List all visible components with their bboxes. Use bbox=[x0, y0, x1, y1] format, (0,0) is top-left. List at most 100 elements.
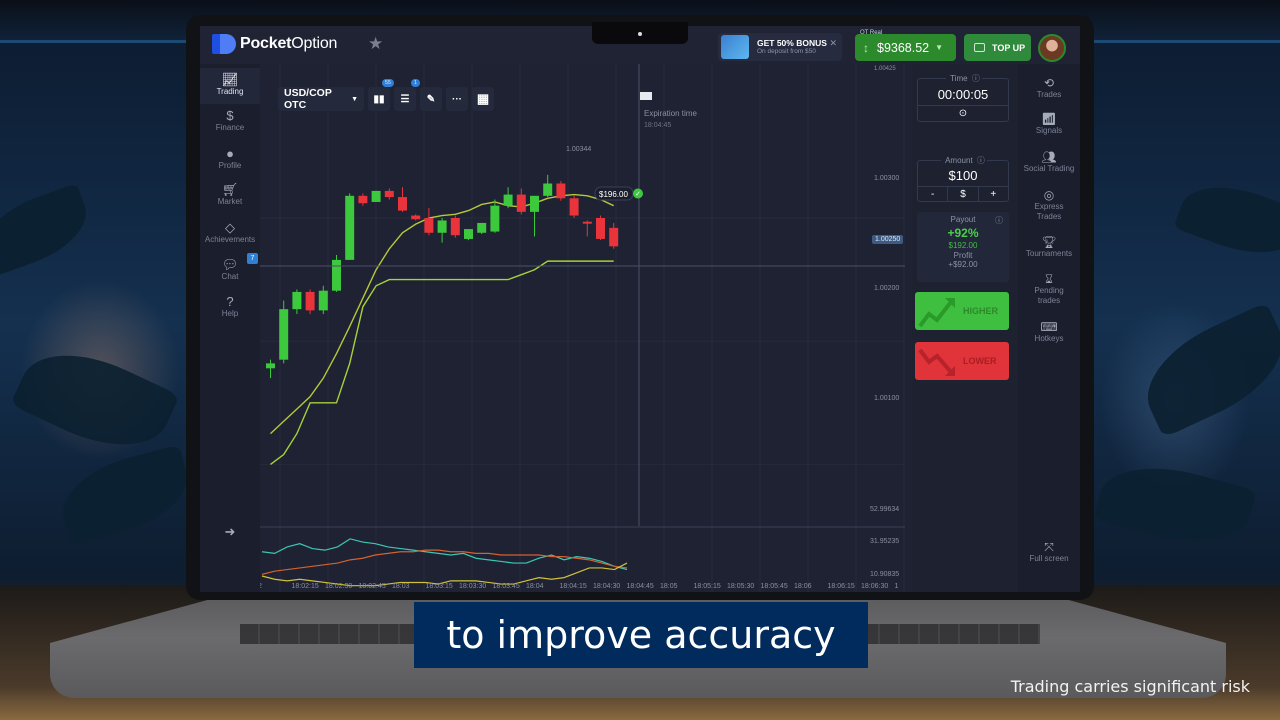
time-field[interactable]: Time ⓘ 00:00:05 ⊙ bbox=[917, 74, 1009, 122]
rightnav-item-pending-trades[interactable]: ⌛︎ Pending trades bbox=[1018, 272, 1080, 305]
trade-amount-tag: $196.00 ✓ bbox=[594, 186, 643, 201]
diamond-icon: ◇ bbox=[225, 220, 235, 235]
rightnav-item-express-trades[interactable]: ◎ Express Trades bbox=[1018, 188, 1080, 221]
sidebar-item-chat[interactable]: 💬︎ Chat 7 bbox=[200, 253, 260, 281]
chart-line-icon: 📈︎ bbox=[221, 72, 239, 87]
amount-decrease-button[interactable]: - bbox=[918, 187, 949, 202]
sidebar-item-finance[interactable]: $ Finance bbox=[200, 108, 260, 132]
brand-light: Option bbox=[291, 35, 338, 52]
time-tick: 18:05 bbox=[660, 583, 678, 590]
layout-button[interactable]: ▦ bbox=[472, 87, 494, 111]
antenna-icon: 📶︎ bbox=[1041, 112, 1057, 126]
more-button[interactable]: ··· bbox=[446, 87, 468, 111]
keyboard-icon: ⌨︎ bbox=[1040, 320, 1058, 334]
close-icon[interactable]: ✕ bbox=[829, 38, 837, 49]
price-tick: 1.00200 bbox=[874, 285, 900, 292]
price-tick: 1.00425 bbox=[874, 66, 896, 72]
currency-toggle-button[interactable]: $ bbox=[948, 187, 979, 202]
logo[interactable]: PocketOption bbox=[212, 34, 337, 54]
candle-body bbox=[516, 194, 526, 212]
info-icon[interactable]: ⓘ bbox=[995, 215, 1003, 226]
candle-body bbox=[569, 198, 579, 216]
candle-body bbox=[266, 363, 275, 369]
plant-leaf bbox=[1173, 171, 1280, 269]
bar-chart-icon: ▮▮ bbox=[373, 93, 385, 105]
subtitle-box: to improve accuracy bbox=[414, 602, 868, 668]
candle-body bbox=[398, 197, 407, 211]
sidebar-item-trading[interactable]: 📈︎ Trading bbox=[200, 68, 260, 104]
amount-value[interactable]: $100 bbox=[918, 168, 1008, 183]
candle-body bbox=[490, 205, 500, 232]
chevron-down-icon: ▼ bbox=[935, 43, 944, 52]
gift-box-icon bbox=[721, 35, 749, 59]
oscillator-tick: 31.95235 bbox=[870, 538, 900, 545]
rightnav-item-social-trading[interactable]: 👥︎ Social Trading bbox=[1018, 150, 1080, 174]
app-screen: PocketOption ★ GET 50% BONUS On deposit … bbox=[200, 26, 1080, 592]
asset-selector[interactable]: USD/COP OTC ▼ bbox=[278, 87, 364, 111]
sidebar-item-label: Help bbox=[221, 309, 239, 318]
time-label: Time ⓘ bbox=[946, 74, 982, 83]
sidebar-item-help[interactable]: ? Help bbox=[200, 294, 260, 318]
current-price-badge: 1.00250 bbox=[872, 235, 904, 244]
lower-button[interactable]: LOWER bbox=[915, 342, 1009, 380]
candle-body bbox=[345, 195, 355, 260]
higher-button[interactable]: HIGHER bbox=[915, 292, 1009, 330]
trade-panel: Time ⓘ 00:00:05 ⊙ Amount ⓘ $100 - $ + Pa… bbox=[912, 64, 1018, 592]
profit-amount: +$92.00 bbox=[948, 260, 978, 269]
cart-icon: 🛒︎ bbox=[221, 182, 239, 197]
brush-icon: ✎ bbox=[426, 93, 436, 105]
time-tick: 18:03:15 bbox=[426, 583, 453, 590]
time-tick: 18:06:15 bbox=[828, 583, 855, 590]
candle-body bbox=[305, 291, 315, 311]
trend-up-icon bbox=[918, 298, 955, 328]
drawing-button[interactable]: ✎ bbox=[420, 87, 442, 111]
balance-dropdown[interactable]: ↕ $9368.52 ▼ bbox=[855, 34, 956, 61]
trophy-icon: 🏆︎ bbox=[1041, 235, 1057, 249]
price-axis: 1.00425 1.00300 1.00250 1.00200 1.00100 … bbox=[860, 64, 910, 578]
avatar[interactable] bbox=[1038, 34, 1066, 62]
pocket-option-logo-icon bbox=[212, 34, 236, 54]
svg-text:✓: ✓ bbox=[635, 191, 641, 198]
amount-label: Amount ⓘ bbox=[941, 156, 987, 165]
price-chart[interactable]: Expiration time 18:04:45 1.00344 $196.00… bbox=[260, 64, 905, 592]
rightnav-item-tournaments[interactable]: 🏆︎ Tournaments bbox=[1018, 235, 1080, 259]
target-icon: ◎ bbox=[1043, 188, 1055, 202]
time-value[interactable]: 00:00:05 bbox=[918, 87, 1008, 102]
amount-field[interactable]: Amount ⓘ $100 - $ + bbox=[917, 156, 1009, 202]
rightnav-item-hotkeys[interactable]: ⌨︎ Hotkeys bbox=[1018, 320, 1080, 344]
sidebar-item-label: Market bbox=[217, 197, 243, 206]
top-up-button[interactable]: TOP UP bbox=[964, 34, 1031, 61]
rightnav-item-signals[interactable]: 📶︎ Signals bbox=[1018, 112, 1080, 136]
expiration-time: 18:04:45 bbox=[644, 122, 671, 129]
full-screen-button[interactable]: ⤧ Full screen bbox=[1018, 540, 1080, 564]
balance-value: $9368.52 bbox=[877, 40, 930, 55]
time-tick: 2 bbox=[260, 583, 262, 590]
oscillator-line-cyan bbox=[261, 538, 628, 571]
chart-type-button[interactable]: ▮▮ 55 bbox=[368, 79, 394, 111]
time-tick: 18:02:45 bbox=[359, 583, 386, 590]
rightnav-label: Trades bbox=[1036, 90, 1062, 99]
time-tick: 18:05:15 bbox=[694, 583, 721, 590]
sidebar-item-market[interactable]: 🛒︎ Market bbox=[200, 182, 260, 206]
sidebar-item-achievements[interactable]: ◇ Achievements bbox=[200, 220, 260, 244]
logout-button[interactable]: ➜ bbox=[200, 524, 260, 539]
user-icon: ● bbox=[226, 146, 234, 161]
indicators-button[interactable]: ☰ 1 bbox=[394, 79, 420, 111]
right-sidebar: ⟲ Trades 📶︎ Signals 👥︎ Social Trading ◎ Expr… bbox=[1018, 64, 1080, 592]
favorite-star-icon[interactable]: ★ bbox=[368, 34, 383, 54]
rightnav-item-trades[interactable]: ⟲ Trades bbox=[1018, 76, 1080, 100]
chevron-down-icon: ▼ bbox=[351, 95, 358, 103]
users-icon: 👥︎ bbox=[1041, 150, 1057, 164]
time-tick: 18:03 bbox=[392, 583, 410, 590]
sliders-icon: ☰ bbox=[400, 93, 410, 105]
sidebar-item-profile[interactable]: ● Profile bbox=[200, 146, 260, 170]
bonus-banner[interactable]: GET 50% BONUS On deposit from $50 ✕ bbox=[718, 33, 842, 61]
clock-icon[interactable]: ⊙ bbox=[918, 105, 1008, 121]
amount-increase-button[interactable]: + bbox=[979, 187, 1008, 202]
time-tick: 18:04 bbox=[526, 583, 544, 590]
candle-body bbox=[450, 218, 460, 236]
left-sidebar: 📈︎ Trading $ Finance ● Profile 🛒︎ Market… bbox=[200, 64, 260, 592]
time-tick: 18:02:30 bbox=[325, 583, 352, 590]
brand-bold: Pocket bbox=[240, 35, 292, 52]
candle-body bbox=[279, 309, 289, 360]
